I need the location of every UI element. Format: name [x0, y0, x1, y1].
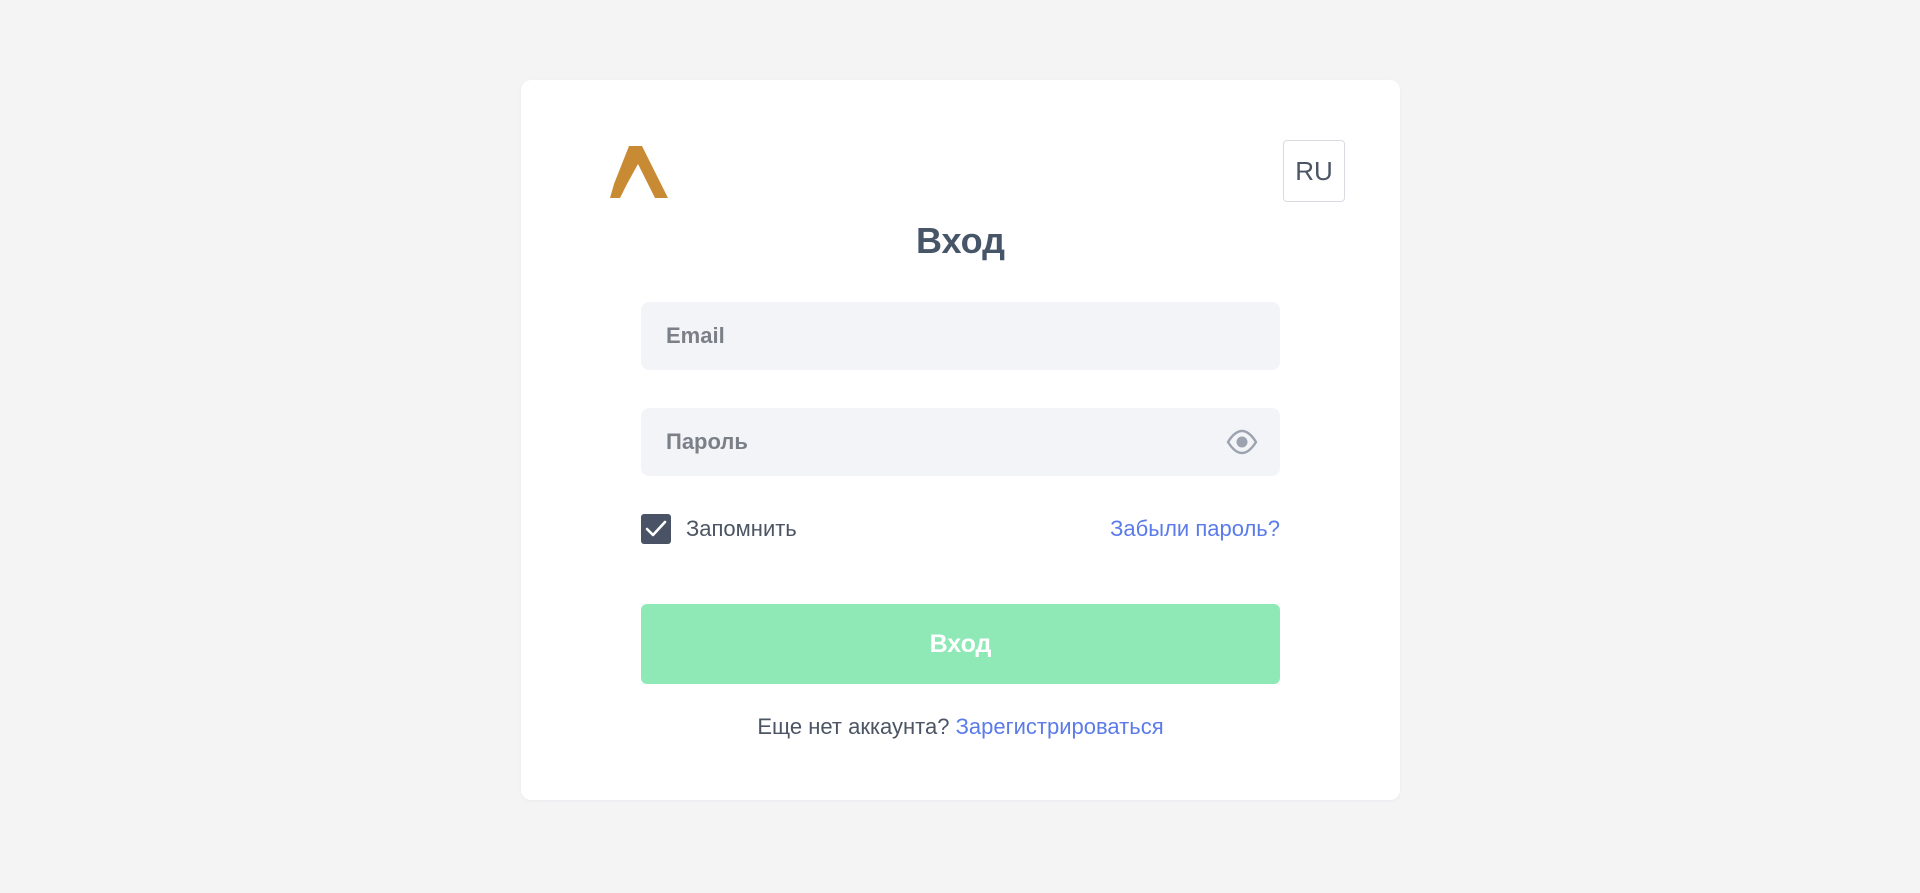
remember-me-checkbox[interactable]	[641, 514, 671, 544]
login-form: Запомнить Забыли пароль? Вход Еще нет ак…	[641, 302, 1280, 740]
login-submit-button[interactable]: Вход	[641, 604, 1280, 684]
checkmark-icon	[645, 520, 667, 537]
forgot-password-link[interactable]: Забыли пароль?	[1110, 516, 1280, 542]
email-field-wrapper	[641, 302, 1280, 370]
email-input[interactable]	[641, 302, 1280, 370]
remember-me-label: Запомнить	[686, 516, 797, 541]
signup-link[interactable]: Зарегистрироваться	[956, 714, 1164, 739]
language-selector-button[interactable]: RU	[1283, 140, 1345, 202]
eye-icon[interactable]	[1226, 428, 1258, 456]
password-input[interactable]	[641, 408, 1280, 476]
remember-me-checkbox-label[interactable]: Запомнить	[641, 514, 797, 544]
login-card: RU Вход Запомнить Забыли пароль?	[521, 80, 1400, 800]
page-title: Вход	[915, 220, 1005, 261]
brand-logo-icon	[610, 146, 668, 198]
options-row: Запомнить Забыли пароль?	[641, 514, 1280, 546]
signup-prompt: Еще нет аккаунта? Зарегистрироваться	[641, 714, 1280, 740]
signup-prompt-text: Еще нет аккаунта?	[757, 714, 956, 739]
password-field-wrapper	[641, 408, 1280, 476]
